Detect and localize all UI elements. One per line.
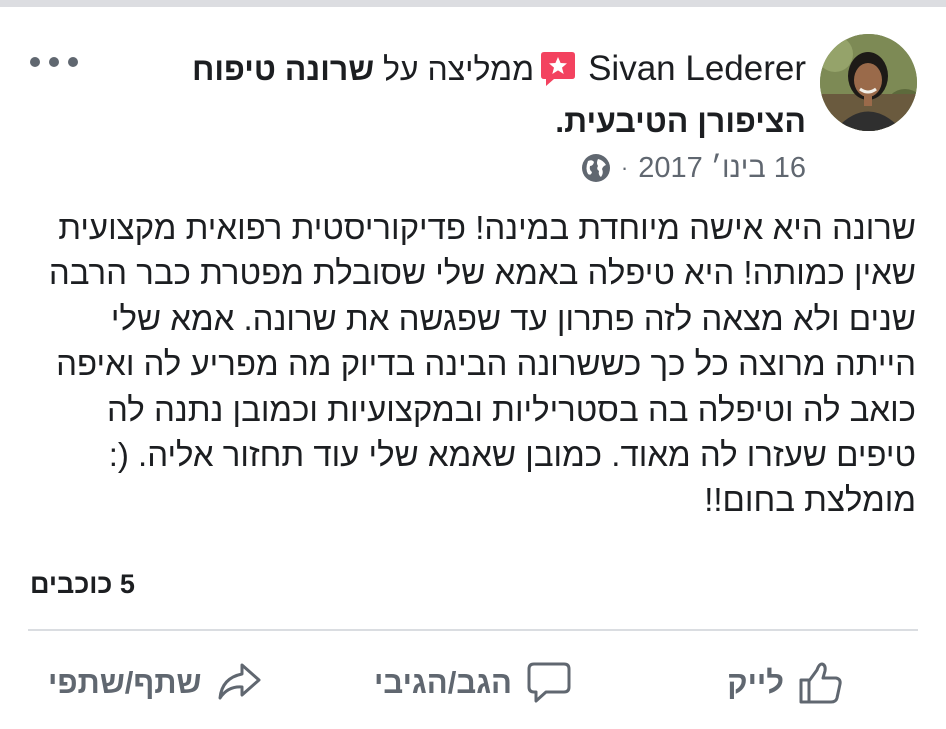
more-dot-icon: [30, 57, 40, 67]
post-body-line: כואב לה וטיפלה בה בסטריליות ובמקצועיות ו…: [107, 390, 916, 428]
post-body-line: שרונה היא אישה מיוחדת במינה! פדיקוריסטית…: [58, 209, 916, 246]
post-body-line: שנים ולא מצאה לזה פתרון עד שפגשה את שרונ…: [110, 299, 916, 337]
comment-icon: [527, 662, 571, 703]
recommends-label: ממליצה על: [382, 50, 535, 87]
post-body-line: שאין כמותה! היא טיפלה באמא שלי שסובלת מפ…: [48, 254, 916, 292]
author-name[interactable]: Sivan Lederer: [588, 49, 806, 89]
share-arrow-icon: [218, 663, 261, 700]
divider: [28, 629, 918, 631]
globe-icon: [581, 154, 610, 182]
post-body: שרונה היא אישה מיוחדת במינה! פדיקוריסטית…: [26, 205, 916, 523]
more-dot-icon: [49, 57, 59, 67]
rating-label: 5 כוכבים: [30, 569, 135, 599]
comment-label: הגב/הגיבי: [374, 665, 512, 700]
post-header: Sivan Lederer ממליצה על שרונה טיפוח: [192, 47, 806, 91]
post-body-line: הייתה מרוצה כל כך כששרונה הבינה בדיוק מה…: [56, 345, 916, 383]
comment-button[interactable]: הגב/הגיבי: [374, 655, 572, 711]
share-label: שתף/שתפי: [48, 665, 202, 700]
avatar[interactable]: [820, 34, 917, 131]
recommendation-post: Sivan Lederer ממליצה על שרונה טיפוח הציפ…: [0, 7, 946, 729]
post-body-line: מומלצת בחום!!: [704, 481, 916, 519]
post-meta: 16 בינו׳ 2017 ·: [581, 148, 806, 188]
thumbs-up-icon: [799, 662, 842, 704]
post-body-line: טיפים שעזרו לה מאוד. כמובן שאמא שלי עוד …: [108, 436, 916, 474]
like-label: לייק: [727, 665, 784, 700]
recommend-text: ממליצה על שרונה טיפוח: [192, 51, 534, 88]
like-button[interactable]: לייק: [727, 655, 844, 711]
recommend-icon: [541, 52, 576, 86]
more-options-button[interactable]: [30, 52, 78, 72]
more-dot-icon: [68, 57, 78, 67]
post-date[interactable]: 16 בינו׳ 2017: [638, 152, 806, 185]
top-border: [0, 0, 946, 7]
meta-separator: ·: [620, 155, 629, 180]
page-link-continued[interactable]: הציפורן הטיבעית.: [555, 103, 806, 140]
share-button[interactable]: שתף/שתפי: [48, 655, 262, 711]
page-link[interactable]: שרונה טיפוח: [192, 51, 374, 87]
